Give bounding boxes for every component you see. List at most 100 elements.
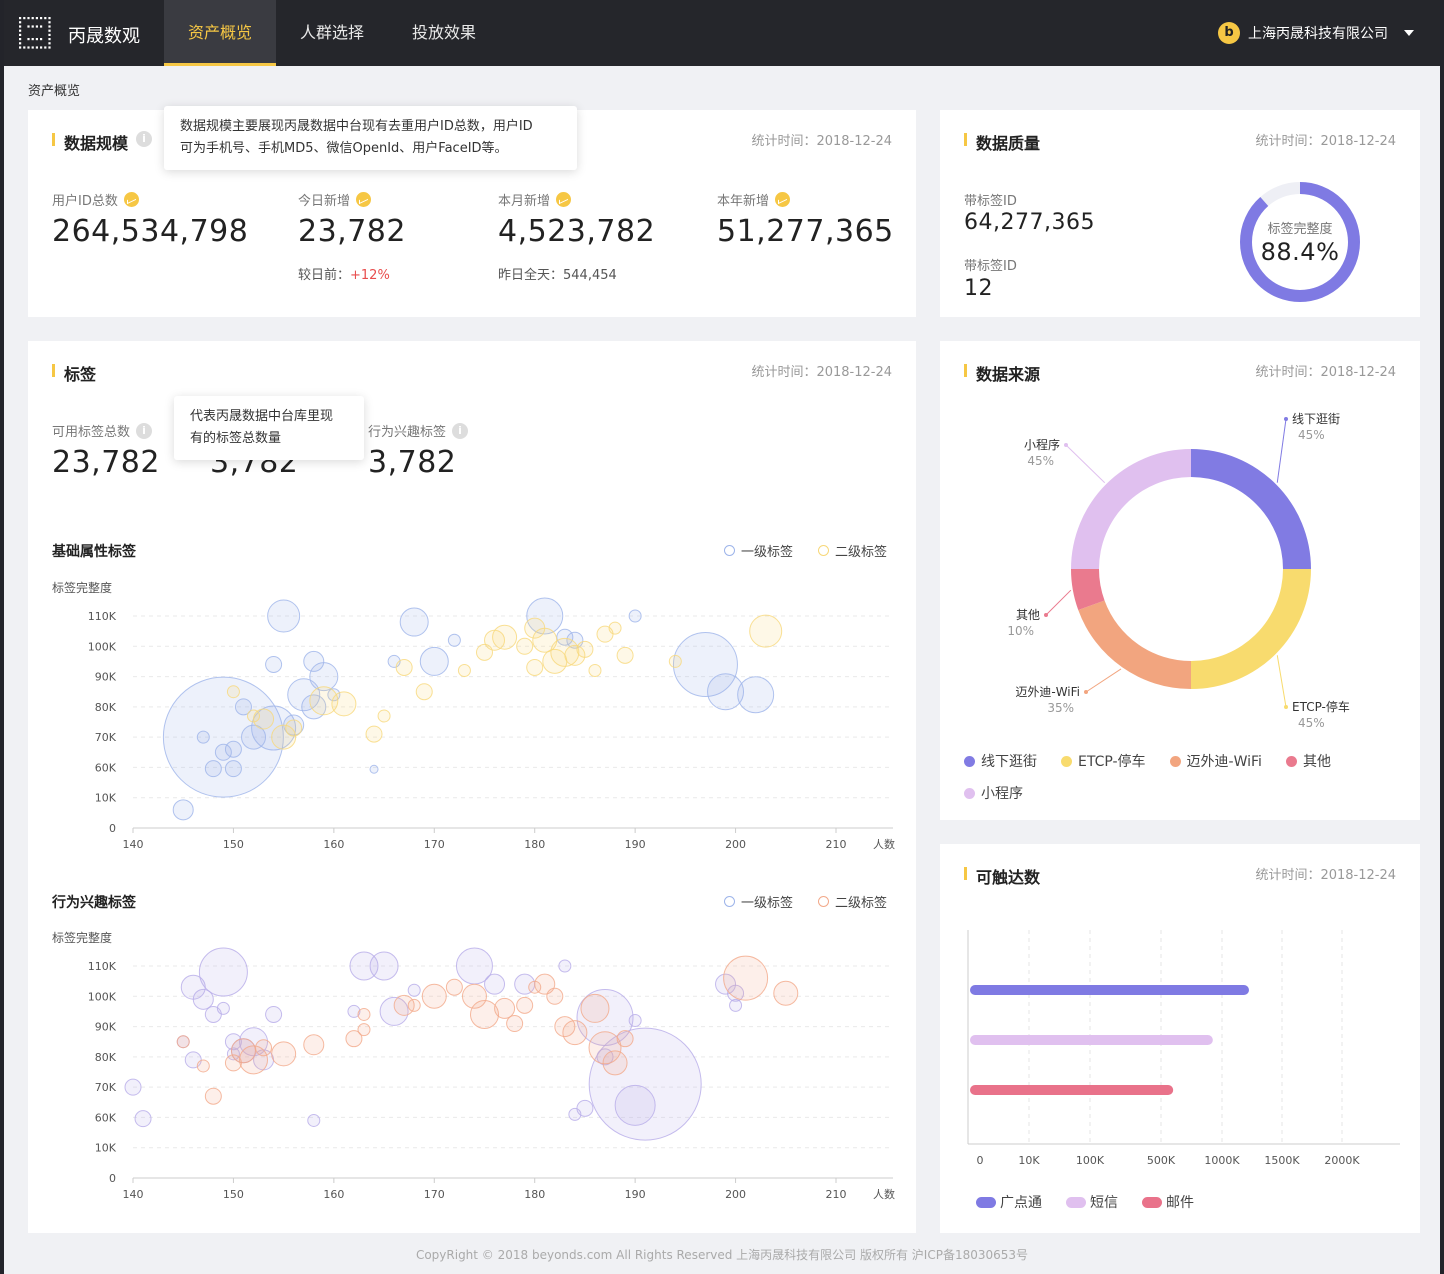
donut-slice[interactable] xyxy=(1191,569,1311,689)
nav-tab-overview[interactable]: 资产概览 xyxy=(164,0,276,66)
legend-item[interactable]: 二级标签 xyxy=(818,541,887,560)
legend-item[interactable]: 线下逛街 xyxy=(964,751,1037,771)
bubble-point[interactable] xyxy=(369,764,379,774)
bubble-point[interactable] xyxy=(628,1014,642,1028)
legend-item[interactable]: 其他 xyxy=(1285,751,1331,771)
bubble-point[interactable] xyxy=(265,1005,283,1023)
bubble-point[interactable] xyxy=(271,1041,297,1067)
bubble-point[interactable] xyxy=(546,987,564,1005)
bubble-point[interactable] xyxy=(516,996,534,1014)
bubble-point[interactable] xyxy=(307,1113,321,1127)
bubble-point[interactable] xyxy=(407,998,421,1012)
bubble-point[interactable] xyxy=(224,740,242,758)
legend-item[interactable]: 短信 xyxy=(1066,1192,1118,1212)
bubble-point[interactable] xyxy=(562,1020,588,1046)
bubble-point[interactable] xyxy=(377,709,391,723)
bubble-point[interactable] xyxy=(357,1007,371,1021)
reach-bar[interactable] xyxy=(970,985,1249,995)
bubble-point[interactable] xyxy=(415,683,433,701)
bubble-point[interactable] xyxy=(303,1034,325,1056)
bubble-point[interactable] xyxy=(357,1023,371,1037)
bubble-point[interactable] xyxy=(134,1110,152,1128)
trend-chart-icon[interactable] xyxy=(356,192,372,207)
bubble-point[interactable] xyxy=(196,730,210,744)
bubble-point[interactable] xyxy=(542,648,568,674)
bubble-point[interactable] xyxy=(723,955,769,1001)
bubble-point[interactable] xyxy=(204,1087,222,1105)
bubble-point[interactable] xyxy=(526,658,544,676)
reach-bar[interactable] xyxy=(970,1035,1213,1045)
bubble-point[interactable] xyxy=(749,614,783,648)
bubble-point[interactable] xyxy=(124,1078,142,1096)
bubble-point[interactable] xyxy=(628,609,642,623)
bubble-point[interactable] xyxy=(369,951,399,981)
bubble-point[interactable] xyxy=(506,1015,524,1033)
bubble-point[interactable] xyxy=(399,607,429,637)
info-icon[interactable]: i xyxy=(136,131,152,147)
nav-tab-audience[interactable]: 人群选择 xyxy=(276,0,388,66)
bubble-point[interactable] xyxy=(265,655,283,673)
donut-slice[interactable] xyxy=(1078,600,1191,689)
bubble-point[interactable] xyxy=(421,983,447,1009)
bubble-point[interactable] xyxy=(616,646,634,664)
bubble-point[interactable] xyxy=(253,708,275,730)
bubble-point[interactable] xyxy=(445,978,463,996)
bubble-point[interactable] xyxy=(580,993,610,1023)
bubble-point[interactable] xyxy=(447,633,461,647)
bubble-point[interactable] xyxy=(729,998,743,1012)
legend-item[interactable]: 二级标签 xyxy=(818,892,887,911)
bubble-point[interactable] xyxy=(773,980,799,1006)
bubble-point[interactable] xyxy=(470,999,499,1029)
bubble-point[interactable] xyxy=(419,646,449,676)
bubble-point[interactable] xyxy=(516,637,534,655)
company-selector[interactable]: b 上海丙晟科技有限公司 xyxy=(1218,22,1414,44)
legend-item[interactable]: 一级标签 xyxy=(724,541,793,560)
dot-grid-logo-icon[interactable] xyxy=(18,16,52,50)
legend-item[interactable]: 迈外迪-WiFi xyxy=(1169,751,1262,771)
info-icon[interactable]: i xyxy=(136,422,153,439)
legend-item[interactable]: ETCP-停车 xyxy=(1061,751,1146,771)
bubble-point[interactable] xyxy=(602,1050,628,1076)
bubble-point[interactable] xyxy=(255,1039,273,1057)
bubble-point[interactable] xyxy=(407,983,421,997)
nav-tab-campaign[interactable]: 投放效果 xyxy=(388,0,500,66)
bubble-point[interactable] xyxy=(285,719,303,737)
bubble-point[interactable] xyxy=(616,1030,634,1048)
legend-item[interactable]: 一级标签 xyxy=(724,892,793,911)
brand-name[interactable]: 丙晟数观 xyxy=(68,22,140,48)
legend-item[interactable]: 邮件 xyxy=(1142,1192,1194,1212)
reach-bar[interactable] xyxy=(970,1085,1174,1095)
bubble-point[interactable] xyxy=(457,664,471,678)
bubble-point[interactable] xyxy=(576,1099,594,1117)
basic-attribute-bubble-chart: 标签完整度 0 10K 60K 70K 80K 90K 100K 110K 140 150 160 17… xyxy=(52,580,895,851)
bubble-point[interactable] xyxy=(484,973,506,995)
bubble-point[interactable] xyxy=(395,658,413,676)
bubble-point[interactable] xyxy=(365,725,383,743)
bubble-point[interactable] xyxy=(331,691,357,717)
bubble-point[interactable] xyxy=(267,599,301,633)
trend-chart-icon[interactable] xyxy=(775,192,791,207)
bubble-point[interactable] xyxy=(494,997,516,1019)
bubble-point[interactable] xyxy=(216,1001,230,1015)
bubble-point[interactable] xyxy=(176,1035,190,1049)
bubble-point[interactable] xyxy=(668,654,682,668)
legend-item[interactable]: 小程序 xyxy=(964,783,1023,803)
bubble-point[interactable] xyxy=(226,685,240,699)
info-icon[interactable]: i xyxy=(452,422,469,439)
donut-slice[interactable] xyxy=(1191,449,1311,569)
bubble-point[interactable] xyxy=(608,621,622,635)
bubble-point[interactable] xyxy=(204,760,222,778)
bubble-point[interactable] xyxy=(224,760,242,778)
bubble-point[interactable] xyxy=(614,1084,656,1126)
bubble-point[interactable] xyxy=(558,959,572,973)
bubble-point[interactable] xyxy=(492,624,518,650)
bubble-point[interactable] xyxy=(588,664,602,678)
legend-item[interactable]: 广点通 xyxy=(976,1192,1042,1212)
bubble-point[interactable] xyxy=(737,676,775,714)
bubble-point[interactable] xyxy=(564,644,586,666)
bubble-point[interactable] xyxy=(198,947,248,997)
bubble-point[interactable] xyxy=(196,1059,210,1073)
trend-chart-icon[interactable] xyxy=(556,192,572,207)
bubble-point[interactable] xyxy=(172,799,194,821)
trend-chart-icon[interactable] xyxy=(123,192,139,207)
